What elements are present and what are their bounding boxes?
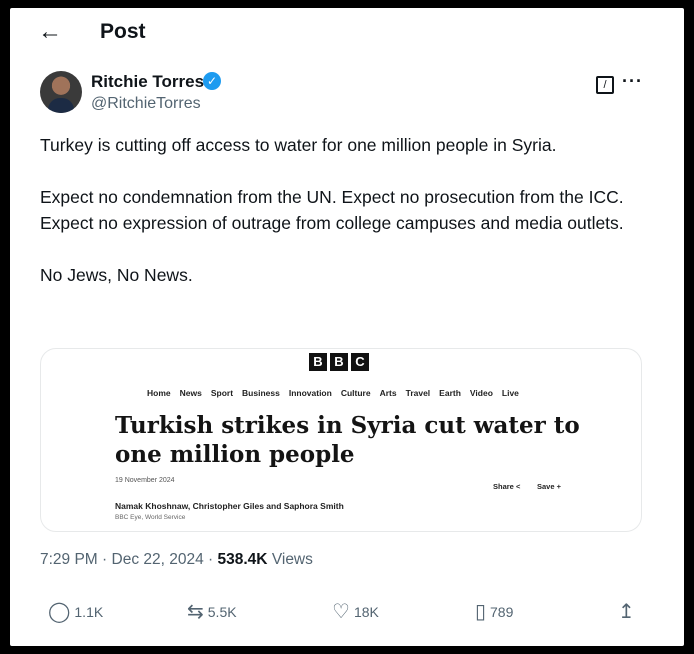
nav-item: Video: [469, 388, 493, 398]
like-count: 18K: [353, 604, 379, 620]
tweet-line: Expect no expression of outrage from col…: [40, 213, 624, 233]
bookmark-button[interactable]: ▯ 789: [475, 602, 513, 622]
nav-item: Travel: [405, 388, 431, 398]
author-name[interactable]: Ritchie Torres: [91, 72, 204, 92]
nav-item: Sport: [210, 388, 234, 398]
like-button[interactable]: ♡ 18K: [332, 602, 379, 622]
nav-item: Home: [147, 388, 171, 398]
bookmark-icon: ▯: [475, 601, 487, 623]
share-upload-icon: ↥: [618, 601, 635, 623]
share-button[interactable]: ↥: [618, 602, 635, 622]
grok-icon[interactable]: /: [596, 76, 614, 94]
page-title: Post: [100, 20, 146, 43]
article-byline: Namak Khoshnaw, Christopher Giles and Sa…: [115, 501, 344, 511]
plus-icon: +: [556, 482, 562, 491]
post-date[interactable]: Dec 22, 2024: [112, 551, 204, 568]
share-icon: <: [515, 482, 521, 491]
avatar[interactable]: [40, 71, 82, 113]
link-preview-card[interactable]: B B C Home News Sport Business Innovatio…: [40, 348, 642, 532]
post-frame: ← Post Ritchie Torres ✓ @RitchieTorres /…: [10, 8, 684, 646]
nav-item: Arts: [379, 388, 397, 398]
nav-item: Culture: [340, 388, 371, 398]
logo-letter: B: [309, 353, 327, 371]
tweet-line: No Jews, No News.: [40, 265, 193, 285]
views-count: 538.4K: [217, 551, 268, 568]
repost-button[interactable]: ⇆ 5.5K: [187, 602, 237, 622]
repost-count: 5.5K: [207, 604, 237, 620]
author-handle[interactable]: @RitchieTorres: [91, 95, 201, 113]
more-options-icon[interactable]: ···: [622, 71, 643, 92]
nav-item: Innovation: [288, 388, 332, 398]
nav-item: Business: [242, 388, 280, 398]
bookmark-count: 789: [490, 604, 514, 620]
logo-letter: B: [330, 353, 348, 371]
verified-badge-icon: ✓: [203, 72, 221, 90]
heart-icon: ♡: [332, 601, 350, 623]
nav-item: Live: [501, 388, 519, 398]
article-headline: Turkish strikes in Syria cut water to on…: [115, 412, 580, 468]
reply-button[interactable]: ◯ 1.1K: [48, 602, 103, 622]
reply-count: 1.1K: [74, 604, 104, 620]
share-label: Share <: [493, 482, 521, 491]
views-label: Views: [271, 551, 313, 568]
reply-icon: ◯: [48, 601, 71, 623]
nav-item: Earth: [439, 388, 461, 398]
tweet-text: Turkey is cutting off access to water fo…: [40, 132, 650, 288]
logo-letter: C: [351, 353, 369, 371]
post-meta: 7:29 PM · Dec 22, 2024 · 538.4K Views: [40, 551, 313, 568]
nav-item: News: [179, 388, 202, 398]
post-time[interactable]: 7:29 PM: [40, 551, 98, 568]
save-label: Save +: [537, 482, 562, 491]
bbc-nav: Home News Sport Business Innovation Cult…: [147, 388, 519, 398]
bbc-logo: B B C: [309, 353, 369, 371]
article-date: 19 November 2024: [115, 477, 175, 484]
back-arrow-icon[interactable]: ←: [38, 20, 62, 44]
article-byline-sub: BBC Eye, World Service: [115, 514, 186, 521]
repost-icon: ⇆: [187, 601, 204, 623]
tweet-line: Turkey is cutting off access to water fo…: [40, 135, 557, 155]
tweet-line: Expect no condemnation from the UN. Expe…: [40, 187, 624, 207]
